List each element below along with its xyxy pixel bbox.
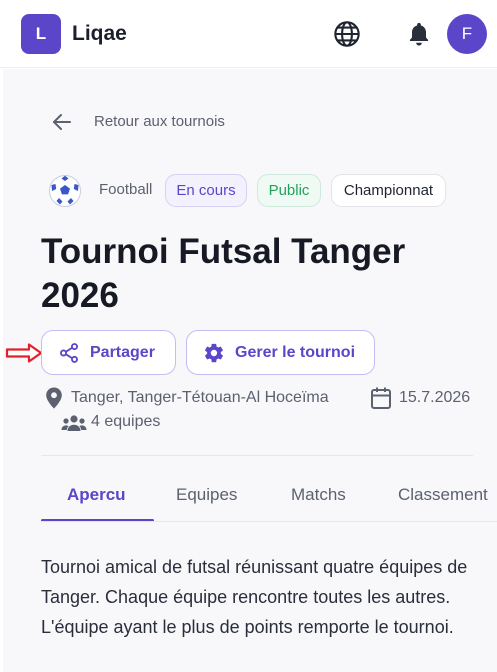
calendar-icon (371, 387, 391, 409)
tab-bar: Apercu Equipes Matchs Classement (41, 470, 497, 522)
users-icon (61, 415, 87, 431)
tab-matchs[interactable]: Matchs (291, 485, 346, 505)
tab-equipes[interactable]: Equipes (176, 485, 237, 505)
app-name[interactable]: Liqae (72, 22, 127, 46)
logo-icon[interactable]: L (21, 14, 61, 54)
tournament-description: Tournoi amical de futsal réunissant quat… (41, 557, 468, 637)
sport-label: Football (99, 181, 153, 198)
back-button[interactable] (50, 110, 74, 134)
bell-icon[interactable] (405, 20, 433, 48)
top-bar: L Liqae F (0, 0, 497, 68)
team-count-text: 4 equipes (91, 413, 161, 430)
share-button-label: Partager (90, 343, 155, 361)
back-link-label[interactable]: Retour aux tournois (94, 113, 225, 130)
tab-classement[interactable]: Classement (398, 485, 488, 505)
share-button[interactable]: Partager (41, 330, 176, 375)
tab-apercu[interactable]: Apercu (67, 485, 126, 505)
location-text: Tanger, Tanger-Tétouan-Al Hoceïma (71, 389, 329, 406)
avatar[interactable]: F (447, 14, 487, 54)
red-arrow-icon (5, 343, 43, 363)
active-tab-indicator (41, 519, 154, 521)
date-text: 15.7.2026 (399, 389, 471, 406)
share-icon (60, 342, 78, 363)
type-badge: Championnat (331, 174, 446, 207)
manage-button-label: Gerer le tournoi (235, 343, 356, 361)
divider (41, 455, 473, 456)
manage-tournament-button[interactable]: Gerer le tournoi (186, 330, 375, 375)
visibility-badge: Public (257, 174, 321, 207)
globe-icon[interactable] (333, 20, 361, 48)
status-badge: En cours (165, 174, 247, 207)
arrow-left-icon (53, 114, 71, 130)
soccer-ball-icon (49, 175, 81, 207)
map-pin-icon (46, 387, 62, 409)
page-title: Tournoi Futsal Tanger 2026 (41, 232, 406, 315)
gear-icon (205, 343, 223, 362)
